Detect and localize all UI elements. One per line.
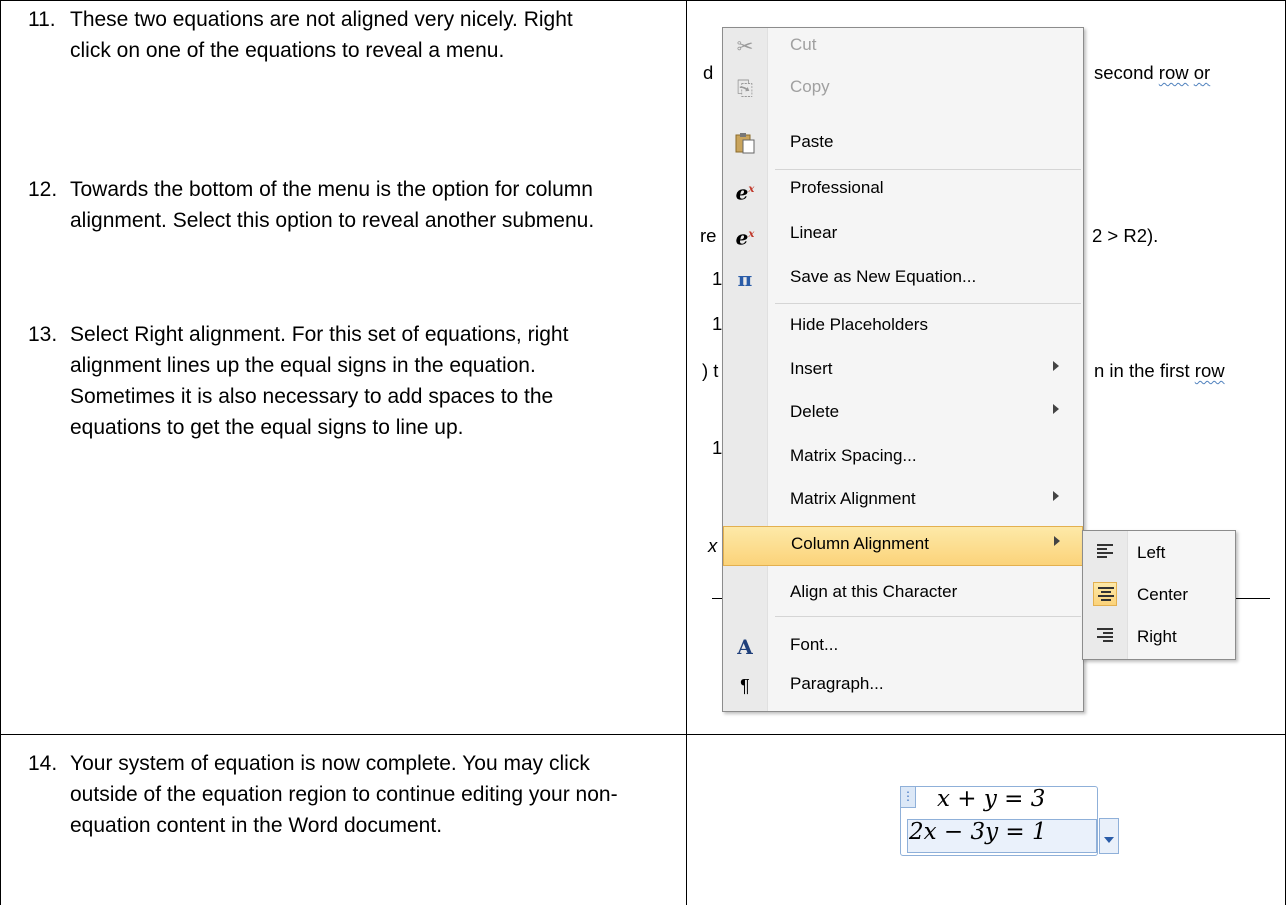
step-text: These two equations are not aligned very… xyxy=(70,8,573,62)
copy-icon: ⎘ xyxy=(737,78,753,100)
table-column-divider xyxy=(686,0,687,905)
bg-line-2: 2 > R2). xyxy=(1092,225,1159,246)
equation-handle-icon[interactable]: ⋮ xyxy=(900,786,916,808)
bg-fragment: 1 xyxy=(712,313,723,334)
menu-item-professional[interactable]: ex Professional xyxy=(723,171,1083,208)
step-text: Your system of equation is now complete.… xyxy=(70,752,618,837)
menu-separator xyxy=(775,616,1081,617)
equation-line-2: 2x − 3y = 1 xyxy=(909,819,1047,845)
align-center-icon xyxy=(1093,582,1117,606)
bg-fraction-line xyxy=(712,598,722,599)
menu-item-cut[interactable]: ✂ Cut xyxy=(723,28,1083,65)
bg-line-3: n in the first row xyxy=(1094,360,1225,381)
scissors-icon: ✂ xyxy=(736,36,754,58)
menu-item-linear[interactable]: ex Linear xyxy=(723,216,1083,253)
menu-item-font[interactable]: A Font... xyxy=(723,628,1083,665)
step-list-top: 11. These two equations are not aligned … xyxy=(28,4,628,724)
column-alignment-submenu: Left Center Right xyxy=(1082,530,1236,660)
menu-item-paragraph[interactable]: ¶ Paragraph... xyxy=(723,667,1083,704)
bg-fraction-line-right xyxy=(1236,598,1270,599)
menu-item-matrix-spacing[interactable]: Matrix Spacing... xyxy=(723,439,1083,476)
menu-item-save-as-new-equation[interactable]: π Save as New Equation... xyxy=(723,260,1083,297)
menu-separator xyxy=(775,303,1081,304)
step-number: 13. xyxy=(28,323,58,346)
equation-line-1: x + y = 3 xyxy=(937,786,1046,812)
align-right-icon xyxy=(1093,624,1117,648)
menu-item-align-at-this-character[interactable]: Align at this Character xyxy=(723,575,1083,612)
paragraph-icon: ¶ xyxy=(740,676,750,696)
paste-icon xyxy=(732,131,758,157)
table-row-divider xyxy=(0,734,1286,735)
linear-equation-icon: ex xyxy=(735,225,755,250)
menu-item-insert[interactable]: Insert xyxy=(723,352,1083,389)
step-text: Select Right alignment. For this set of … xyxy=(70,323,569,439)
menu-item-column-alignment[interactable]: Column Alignment xyxy=(723,526,1083,566)
submenu-item-right[interactable]: Right xyxy=(1083,617,1235,657)
submenu-item-center[interactable]: Center xyxy=(1083,575,1235,615)
menu-separator xyxy=(775,169,1081,170)
menu-item-matrix-alignment[interactable]: Matrix Alignment xyxy=(723,482,1083,519)
step-number: 12. xyxy=(28,178,58,201)
save-equation-icon: π xyxy=(737,267,753,291)
equation-options-dropdown[interactable] xyxy=(1099,818,1119,854)
step-number: 14. xyxy=(28,752,58,775)
equation-context-menu: ✂ Cut ⎘ Copy Paste ex Professional ex Li… xyxy=(722,27,1084,712)
step-text: Towards the bottom of the menu is the op… xyxy=(70,178,595,232)
professional-equation-icon: ex xyxy=(735,180,755,205)
submenu-arrow-icon xyxy=(1054,536,1060,546)
bg-fragment: ) t xyxy=(702,360,719,381)
menu-item-hide-placeholders[interactable]: Hide Placeholders xyxy=(723,308,1083,345)
table-border-left xyxy=(0,0,1,905)
align-left-icon xyxy=(1093,540,1117,564)
bg-fragment: re xyxy=(700,225,717,246)
submenu-item-left[interactable]: Left xyxy=(1083,533,1235,573)
menu-item-copy[interactable]: ⎘ Copy xyxy=(723,70,1083,107)
menu-item-delete[interactable]: Delete xyxy=(723,395,1083,432)
step-list-bottom: 14. Your system of equation is now compl… xyxy=(28,748,628,898)
font-icon: A xyxy=(737,635,753,659)
step-number: 11. xyxy=(28,8,56,31)
submenu-arrow-icon xyxy=(1053,404,1059,414)
submenu-arrow-icon xyxy=(1053,361,1059,371)
menu-item-paste[interactable]: Paste xyxy=(723,125,1083,162)
bg-fragment: x xyxy=(708,535,718,556)
submenu-arrow-icon xyxy=(1053,491,1059,501)
bg-fragment: d xyxy=(703,62,714,83)
bg-fragment: 1 xyxy=(712,268,723,289)
bg-fragment: 1 xyxy=(712,437,723,458)
table-border-top xyxy=(0,0,1286,1)
bg-line-1: second row or xyxy=(1094,62,1211,83)
